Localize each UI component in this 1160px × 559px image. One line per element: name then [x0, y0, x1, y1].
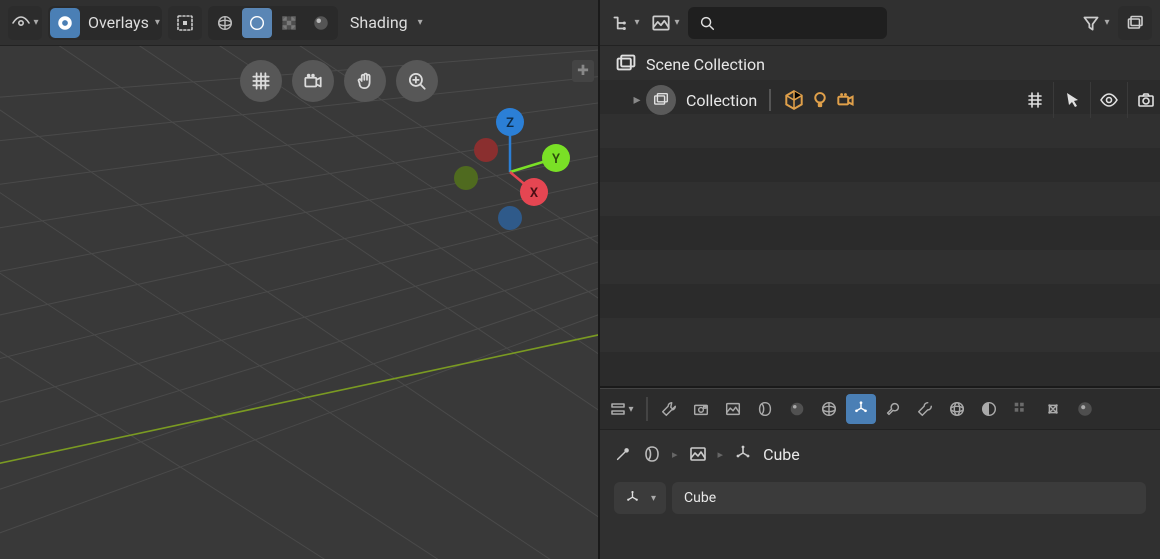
- properties-breadcrumb: ▸ ▸ Cube: [600, 430, 1160, 478]
- breadcrumb-sep-1: ▸: [672, 448, 678, 461]
- shading-solid[interactable]: [242, 8, 272, 38]
- gizmo-neg-y: [454, 166, 478, 190]
- tab-viewlayer[interactable]: [750, 394, 780, 424]
- viewport-panel: ▾ Overlays ▾ Shading ▾: [0, 0, 600, 559]
- collection-icon: [646, 85, 676, 115]
- breadcrumb-sep-2: ▸: [718, 448, 724, 461]
- outliner-search[interactable]: [688, 7, 887, 39]
- camera-child-icon[interactable]: [835, 89, 857, 111]
- gizmo-y: Y: [542, 144, 570, 172]
- toggle-quadview-button[interactable]: [240, 60, 282, 102]
- shading-label: Shading: [344, 13, 410, 32]
- properties-panel: ▾ ▸ ▸ Cube: [600, 388, 1160, 559]
- visibility-dropdown[interactable]: ▾: [8, 6, 42, 40]
- hide-viewport-toggle[interactable]: [1099, 90, 1119, 110]
- tab-world[interactable]: [814, 394, 844, 424]
- orientation-gizmo[interactable]: Z Y X: [440, 102, 580, 242]
- scene-collection-icon: [614, 52, 638, 76]
- svg-text:Y: Y: [552, 152, 560, 167]
- svg-text:Z: Z: [506, 116, 514, 131]
- tab-output[interactable]: [718, 394, 748, 424]
- exclude-toggle[interactable]: [1025, 90, 1045, 110]
- overlays-toggle[interactable]: [50, 8, 80, 38]
- tab-particles[interactable]: [910, 394, 940, 424]
- gizmo-x: X: [520, 178, 548, 206]
- overlays-label: Overlays: [82, 13, 151, 32]
- pan-view-button[interactable]: [344, 60, 386, 102]
- tab-texture[interactable]: [1070, 394, 1100, 424]
- bread-viewlayer-icon[interactable]: [688, 444, 708, 464]
- collection-label: Collection: [686, 91, 757, 110]
- outliner-editor-type[interactable]: ▾: [608, 6, 642, 40]
- right-panel: ▾ ▾ ▾: [600, 0, 1160, 559]
- shading-rendered[interactable]: [306, 8, 336, 38]
- shading-material[interactable]: [274, 8, 304, 38]
- shading-mode-group: [208, 6, 338, 40]
- tab-object[interactable]: [846, 394, 876, 424]
- svg-text:X: X: [530, 186, 539, 201]
- light-child-icon[interactable]: [809, 89, 831, 111]
- tab-tool[interactable]: [654, 394, 684, 424]
- gizmo-neg-z: [498, 206, 522, 230]
- breadcrumb-object-label: Cube: [763, 445, 800, 464]
- outliner-row-scene-collection[interactable]: Scene Collection: [600, 46, 1160, 82]
- outliner-filter[interactable]: ▾: [1078, 6, 1112, 40]
- collection-toggles: [1025, 82, 1156, 118]
- camera-view-button[interactable]: [292, 60, 334, 102]
- bread-pin-icon[interactable]: [614, 445, 632, 463]
- selectable-toggle[interactable]: [1062, 90, 1082, 110]
- tab-material[interactable]: [1038, 394, 1068, 424]
- outliner-panel: ▾ ▾ ▾: [600, 0, 1160, 388]
- tab-render[interactable]: [686, 394, 716, 424]
- outliner-tree[interactable]: Scene Collection ▸ Collection: [600, 46, 1160, 386]
- object-name-row: ▾ Cube: [600, 478, 1160, 518]
- properties-tabs: ▾: [600, 388, 1160, 430]
- viewport-3d[interactable]: ✚ Z Y X: [0, 46, 598, 559]
- outliner-row-collection[interactable]: ▸ Collection: [600, 82, 1160, 118]
- shading-chevron-icon[interactable]: ▾: [418, 17, 423, 28]
- viewport-nav-tools: [240, 60, 438, 102]
- snap-toggle[interactable]: [168, 6, 202, 40]
- zoom-view-button[interactable]: [396, 60, 438, 102]
- viewport-expand-button[interactable]: ✚: [572, 60, 594, 82]
- mesh-child-icon[interactable]: [783, 89, 805, 111]
- outliner-display-mode[interactable]: ▾: [648, 6, 682, 40]
- bread-scene-icon[interactable]: [642, 444, 662, 464]
- tab-data[interactable]: [1006, 394, 1036, 424]
- tab-scene[interactable]: [782, 394, 812, 424]
- object-name-input[interactable]: Cube: [672, 482, 1146, 514]
- overlays-group: Overlays ▾: [48, 6, 162, 40]
- gizmo-z: Z: [496, 108, 524, 136]
- gizmo-neg-x: [474, 138, 498, 162]
- viewport-header: ▾ Overlays ▾ Shading ▾: [0, 0, 598, 46]
- object-datablock-button[interactable]: ▾: [614, 482, 666, 514]
- disable-render-toggle[interactable]: [1136, 90, 1156, 110]
- tab-constraints[interactable]: [974, 394, 1004, 424]
- editor-type-tab[interactable]: ▾: [606, 394, 636, 424]
- object-name-value: Cube: [684, 490, 716, 506]
- shading-wireframe[interactable]: [210, 8, 240, 38]
- outliner-header: ▾ ▾ ▾: [600, 0, 1160, 46]
- disclosure-triangle[interactable]: ▸: [630, 92, 644, 108]
- scene-collection-label: Scene Collection: [646, 55, 765, 74]
- separator: [769, 89, 771, 111]
- overlays-chevron-icon[interactable]: ▾: [155, 17, 160, 28]
- tab-physics[interactable]: [942, 394, 972, 424]
- bread-object-icon: [733, 444, 753, 464]
- ground-axis-line: [0, 326, 598, 476]
- outliner-new-collection[interactable]: [1118, 6, 1152, 40]
- tab-modifiers[interactable]: [878, 394, 908, 424]
